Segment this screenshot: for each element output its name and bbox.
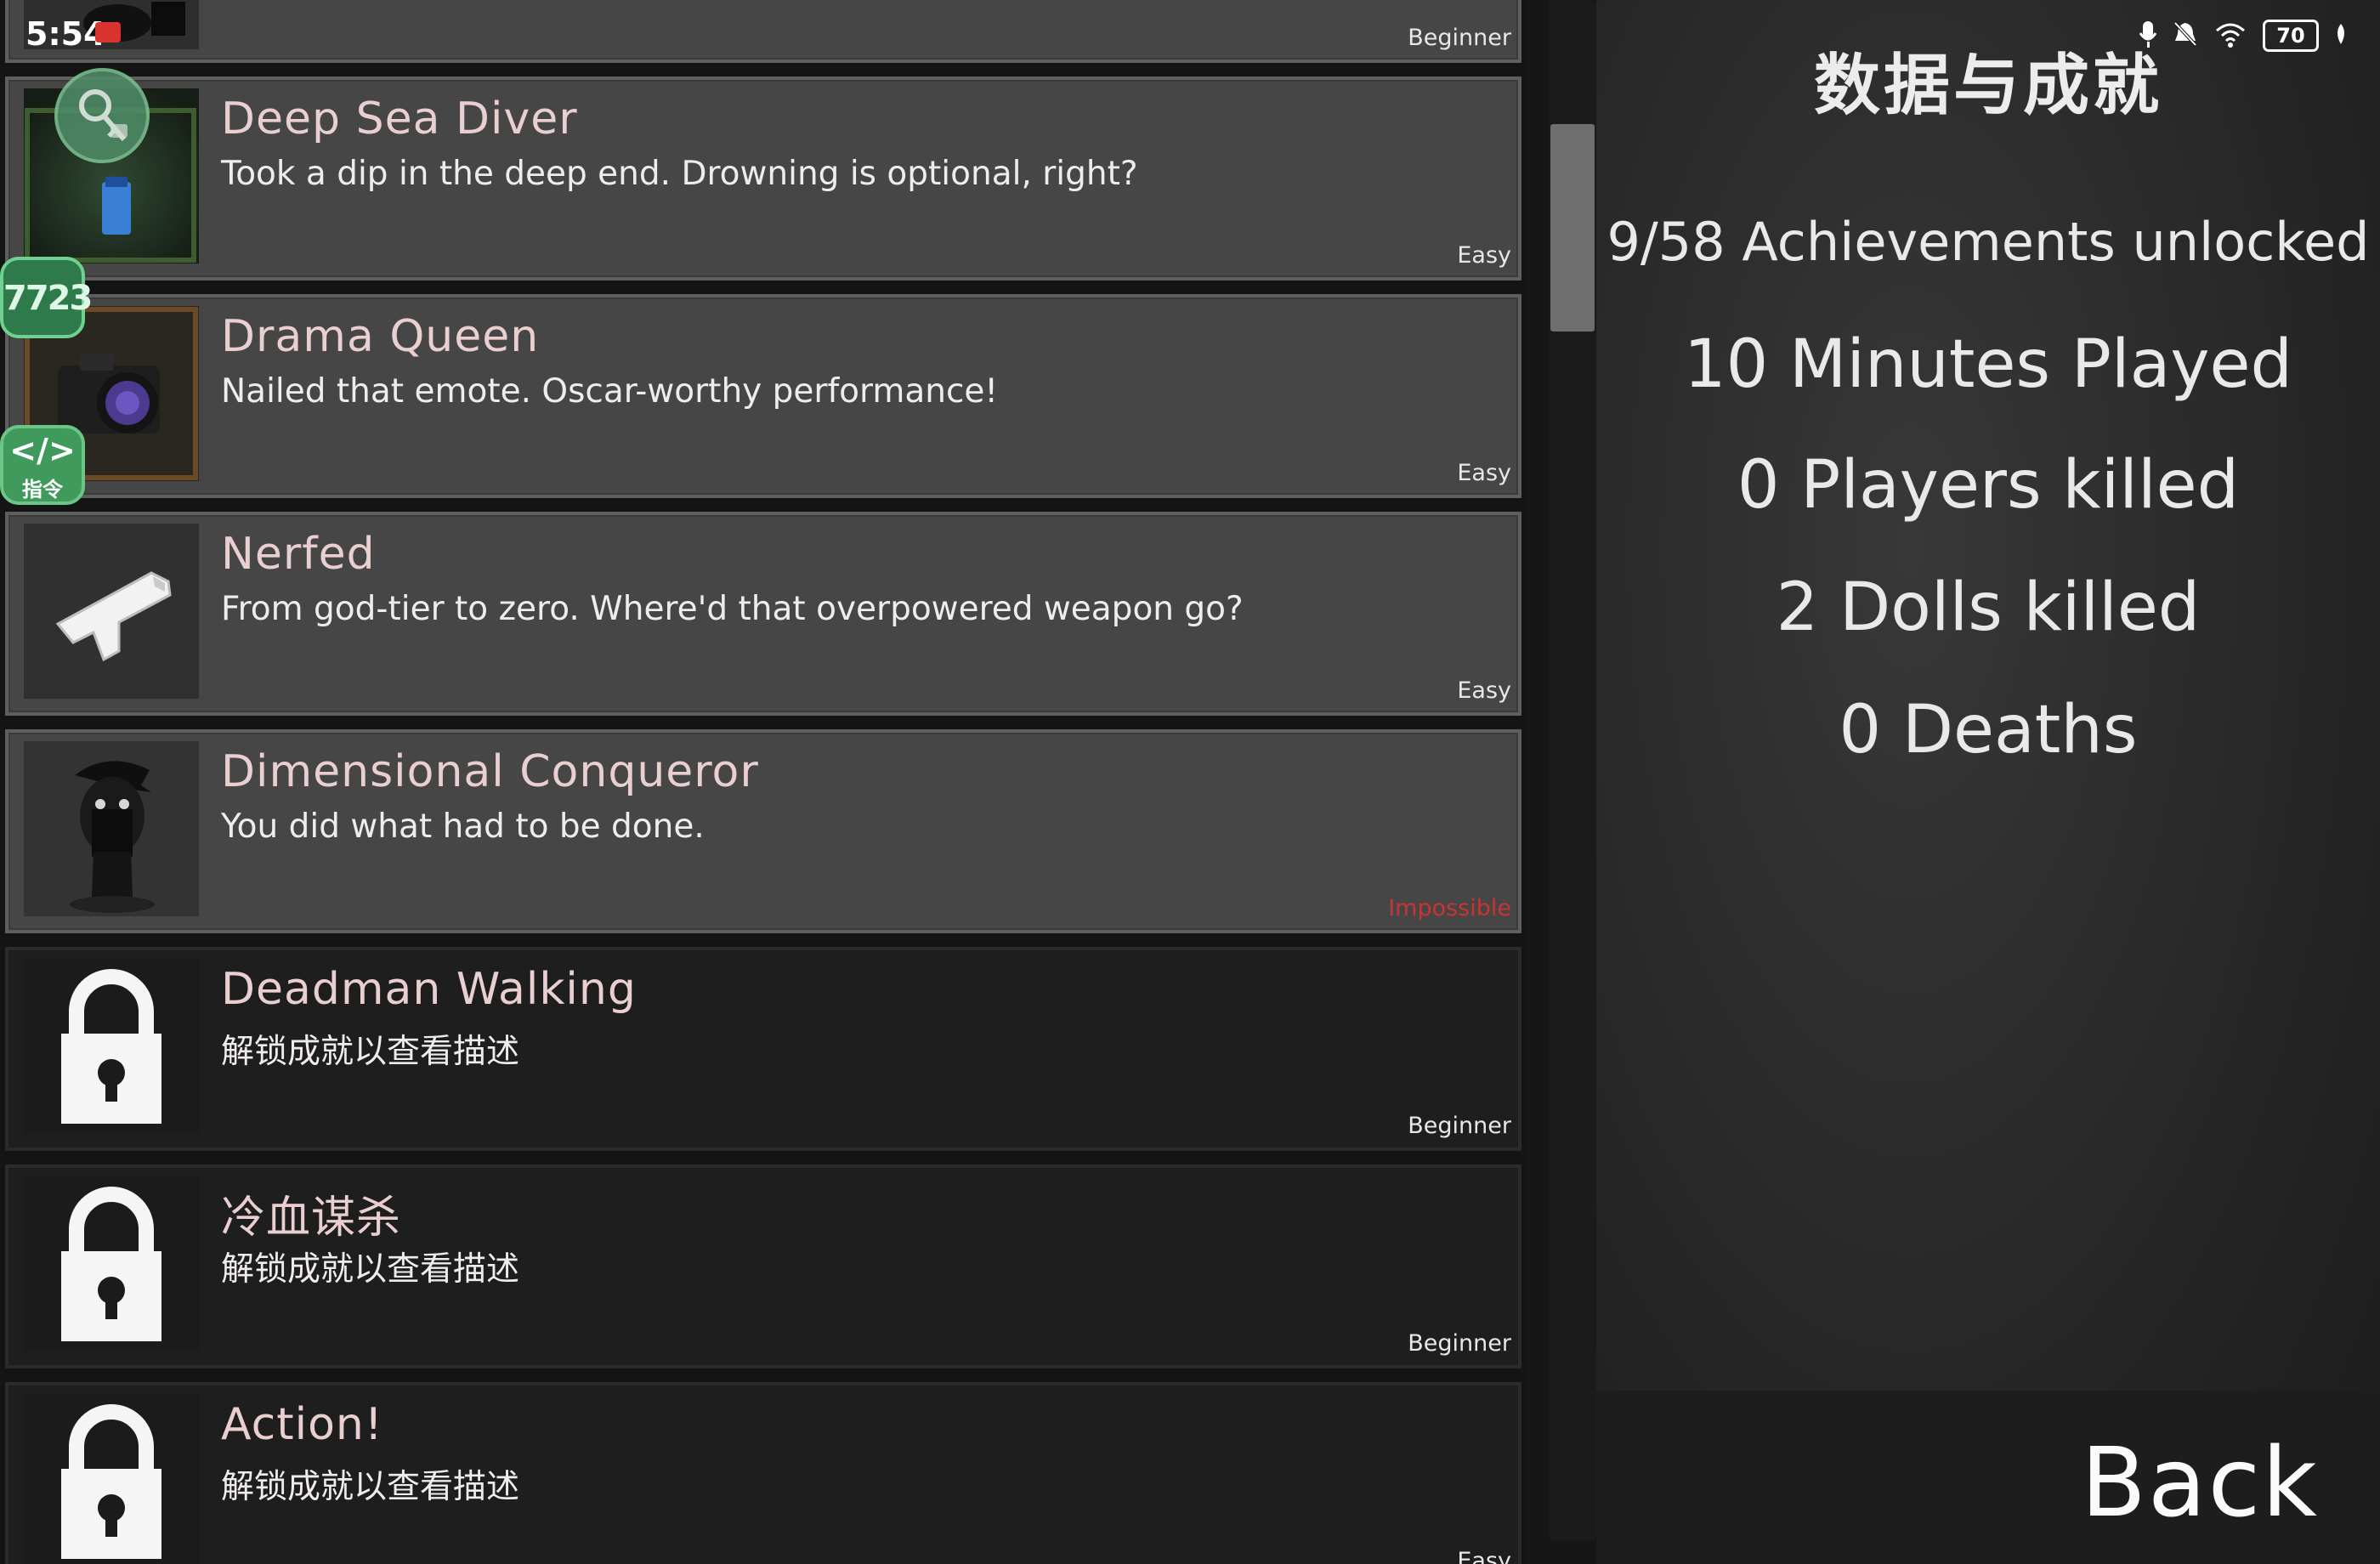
difficulty-label: Beginner	[1408, 1113, 1511, 1139]
achievement-description: You did what had to be done.	[221, 808, 705, 846]
7723-badge-button[interactable]: 7723	[0, 257, 93, 338]
achievement-row[interactable]: Dimensional Conqueror You did what had t…	[5, 729, 1522, 933]
achievement-title: Deadman Walking	[221, 964, 637, 1015]
padlock-icon	[24, 959, 199, 1134]
recording-badge-icon	[95, 22, 121, 42]
achievement-title: 冷血谋杀	[221, 1193, 402, 1244]
achievement-description: From god-tier to zero. Where'd that over…	[221, 590, 1244, 628]
achievement-row[interactable]: Nerfed From god-tier to zero. Where'd th…	[5, 512, 1522, 716]
command-float-button[interactable]: </> 指令	[0, 425, 85, 505]
achievement-title: Deep Sea Diver	[221, 94, 578, 144]
achievement-description: 解锁成就以查看描述	[221, 1033, 520, 1071]
achievement-description: 解锁成就以查看描述	[221, 1250, 520, 1289]
masked-figure-icon	[24, 741, 199, 916]
achievement-title: Nerfed	[221, 529, 376, 580]
achievement-description: Nailed that emote. Oscar-worthy performa…	[221, 372, 999, 411]
difficulty-label: Beginner	[1408, 1330, 1511, 1357]
key-lock-float-button[interactable]	[54, 68, 150, 163]
code-icon: </>	[9, 432, 76, 469]
achievement-title: Drama Queen	[221, 311, 540, 362]
difficulty-label: Easy	[1457, 677, 1511, 704]
players-killed-stat: 0 Players killed	[1737, 447, 2240, 524]
dolls-killed-stat: 2 Dolls killed	[1776, 570, 2201, 646]
command-label: 指令	[22, 478, 63, 502]
achievement-row[interactable]: Deadman Walking 解锁成就以查看描述 Beginner	[5, 947, 1522, 1151]
status-icons: 70	[2139, 17, 2348, 54]
leaf-icon	[2334, 22, 2348, 49]
achievement-description: 解锁成就以查看描述	[221, 1468, 520, 1506]
toy-gun-icon	[24, 524, 199, 699]
achievement-row[interactable]: 冷血谋杀 解锁成就以查看描述 Beginner	[5, 1164, 1522, 1368]
minutes-played-stat: 10 Minutes Played	[1683, 326, 2293, 403]
padlock-icon	[24, 1394, 199, 1564]
status-time: 5:54	[26, 15, 106, 53]
difficulty-label: Easy	[1457, 1548, 1511, 1564]
wifi-icon	[2213, 20, 2247, 51]
difficulty-label: Beginner	[1408, 25, 1511, 51]
battery-icon: 70	[2263, 20, 2319, 52]
deaths-stat: 0 Deaths	[1839, 692, 2138, 768]
back-button[interactable]: Back	[2081, 1428, 2319, 1538]
padlock-icon	[24, 1176, 199, 1352]
achievement-title: Action!	[221, 1399, 383, 1450]
achievement-description: Took a dip in the deep end. Drowning is …	[221, 155, 1138, 193]
stats-panel: 数据与成就 9/58 Achievements unlocked 10 Minu…	[1596, 0, 2380, 1564]
achievement-list[interactable]: Beginner Deep Sea Diver Took a dip in th…	[0, 0, 1527, 1564]
difficulty-label: Impossible	[1388, 895, 1511, 921]
achievement-title: Dimensional Conqueror	[221, 746, 759, 797]
scrollbar-thumb[interactable]	[1550, 124, 1595, 332]
achievement-row[interactable]: Action! 解锁成就以查看描述 Easy	[5, 1382, 1522, 1564]
achievement-row[interactable]: Drama Queen Nailed that emote. Oscar-wor…	[5, 294, 1522, 498]
achievements-unlocked-stat: 9/58 Achievements unlocked	[1606, 211, 2370, 273]
muted-bell-icon	[2173, 20, 2198, 51]
difficulty-label: Easy	[1457, 242, 1511, 269]
achievement-row[interactable]: Deep Sea Diver Took a dip in the deep en…	[5, 76, 1522, 280]
achievement-row[interactable]: Beginner	[5, 0, 1522, 63]
microphone-icon	[2139, 20, 2157, 52]
badge-7723-label: 7723	[3, 279, 93, 318]
difficulty-label: Easy	[1457, 460, 1511, 486]
